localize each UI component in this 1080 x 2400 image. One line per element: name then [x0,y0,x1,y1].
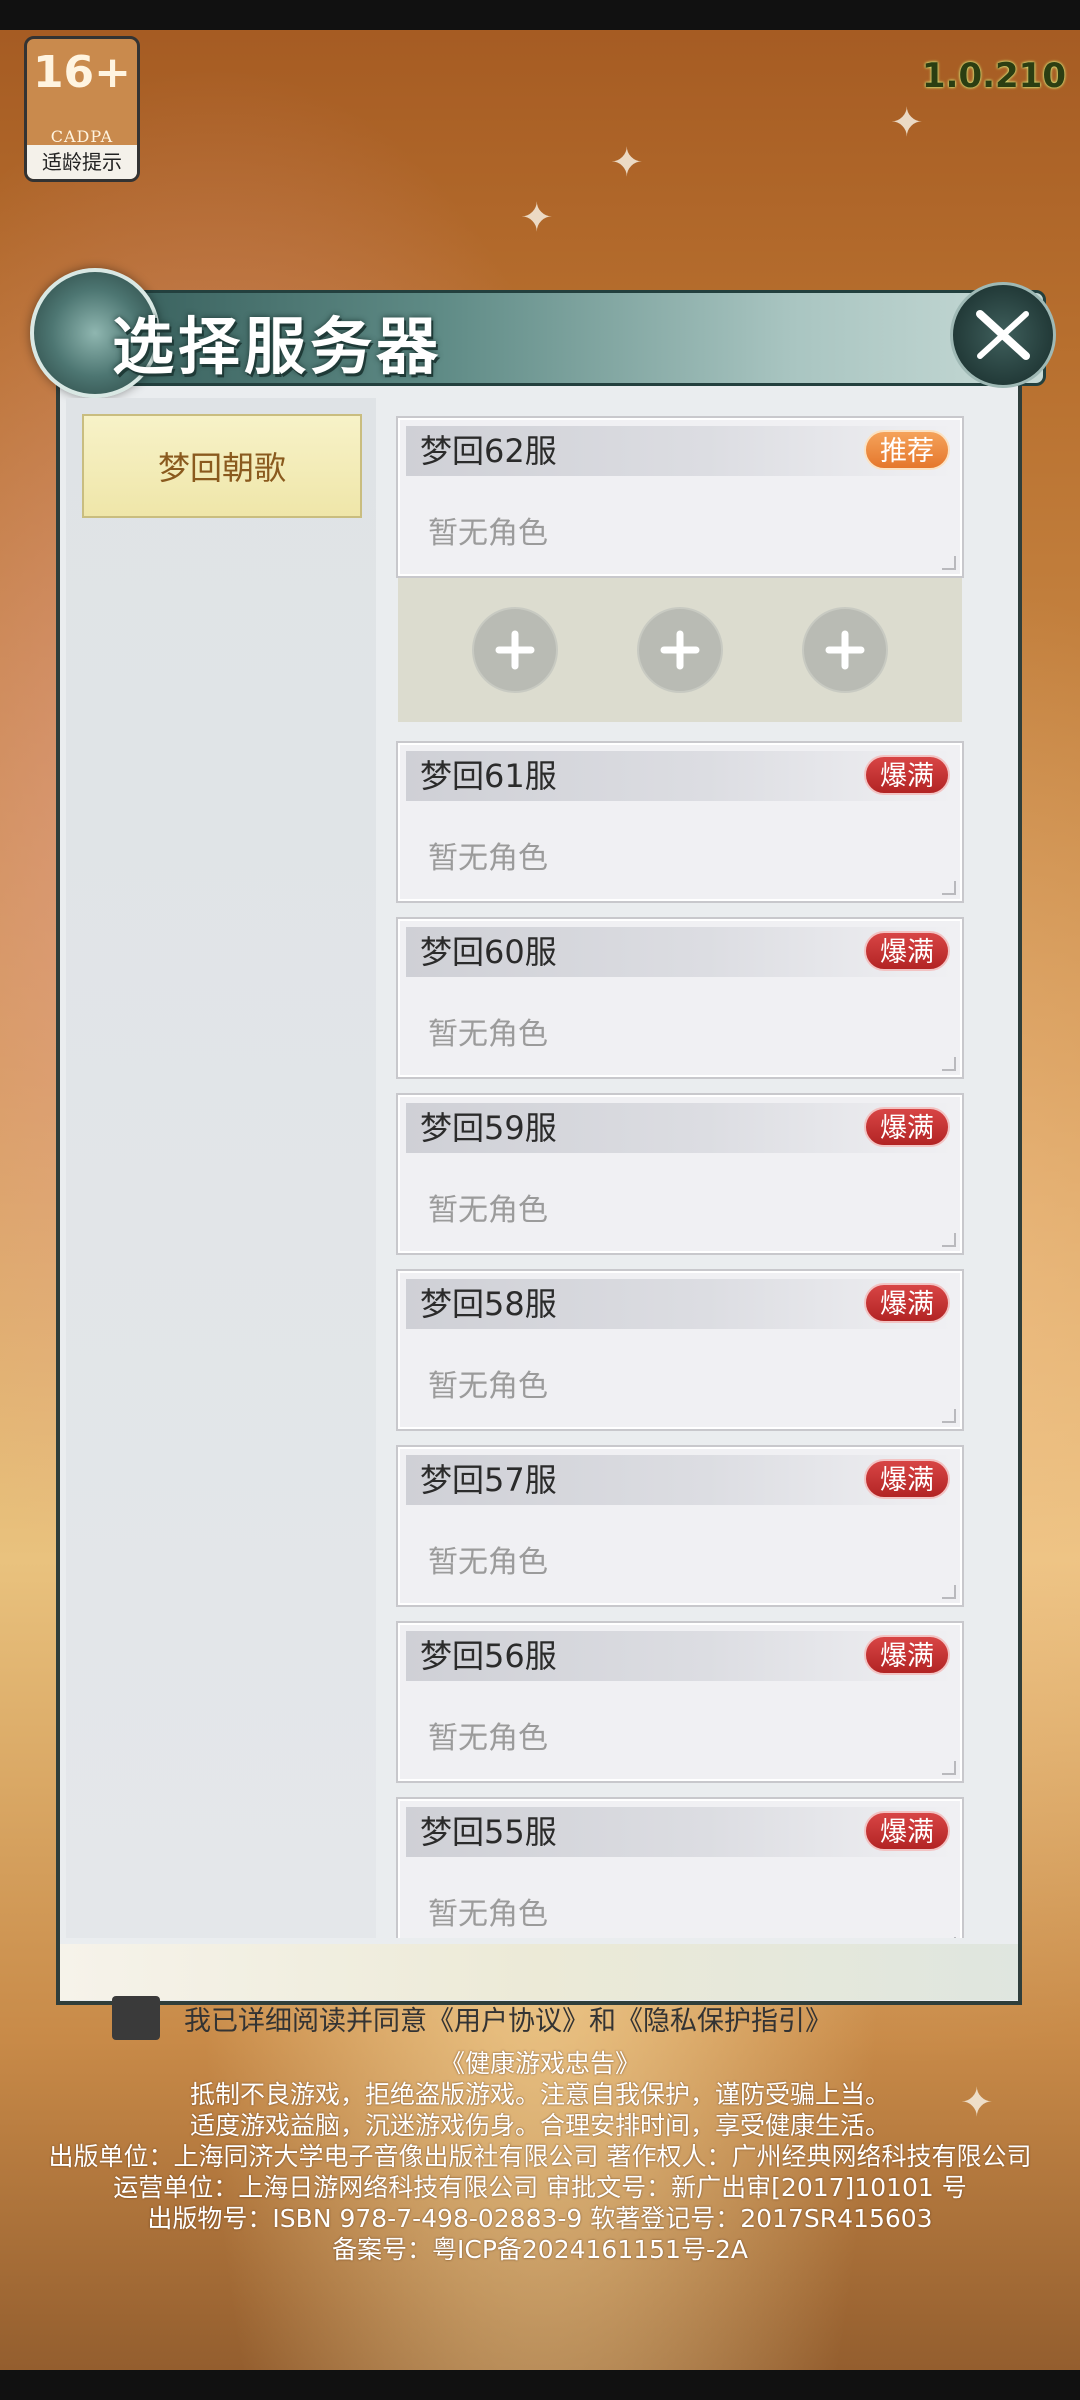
zone-tab-label: 梦回朝歌 [157,449,286,487]
age-rating-badge[interactable]: 16+ CADPA 适龄提示 [24,36,140,182]
server-card[interactable]: 梦回61服 爆满 暂无角色 [396,741,964,903]
card-corner-ornament [942,1057,956,1071]
server-name: 梦回59服 [420,1109,557,1147]
server-name: 梦回55服 [420,1813,557,1851]
status-badge: 爆满 [864,1459,950,1499]
status-badge: 爆满 [864,1811,950,1851]
server-role-text: 暂无角色 [428,516,548,551]
character-slots [398,578,962,722]
status-badge: 爆满 [864,1635,950,1675]
server-name: 梦回58服 [420,1285,557,1323]
notice-line: 出版物号：ISBN 978-7-498-02883-9 软著登记号：2017SR… [147,2204,933,2233]
status-badge: 爆满 [864,1283,950,1323]
add-character-button[interactable] [471,607,558,693]
server-card[interactable]: 梦回57服 爆满 暂无角色 [396,1445,964,1607]
notice-line: 备案号：粤ICP备2024161151号-2A [332,2235,748,2264]
server-role-text: 暂无角色 [428,1369,548,1404]
server-list[interactable]: 梦回62服 推荐 暂无角色 梦回61服 爆满 暂无角色 梦回60服 爆满 暂无角… [388,398,988,1938]
version-label: 1.0.210 [921,56,1066,96]
card-corner-ornament [942,881,956,895]
server-card[interactable]: 梦回56服 爆满 暂无角色 [396,1621,964,1783]
card-corner-ornament [942,1233,956,1247]
server-role-text: 暂无角色 [428,1017,548,1052]
dialog-bottom-border [60,1944,1018,2000]
server-card[interactable]: 梦回55服 爆满 暂无角色 [396,1797,964,1938]
close-icon [976,310,1030,360]
server-name: 梦回57服 [420,1461,557,1499]
swallow-decoration: ✦ [610,140,644,186]
server-card[interactable]: 梦回62服 推荐 暂无角色 [396,416,964,578]
add-character-button[interactable] [636,607,723,693]
status-badge: 爆满 [864,755,950,795]
server-name: 梦回56服 [420,1637,557,1675]
server-card[interactable]: 梦回60服 爆满 暂无角色 [396,917,964,1079]
dialog-title: 选择服务器 [112,310,443,383]
card-corner-ornament [942,1761,956,1775]
zone-tab-menghui-chaoge[interactable]: 梦回朝歌 [82,414,362,518]
notice-line: 适度游戏益脑，沉迷游戏伤身。合理安排时间，享受健康生活。 [189,2111,890,2140]
server-role-text: 暂无角色 [428,1193,548,1228]
card-corner-ornament [942,556,956,570]
swallow-decoration: ✦ [520,195,554,241]
server-name: 梦回61服 [420,757,557,795]
plus-icon [495,630,535,670]
status-bar [0,0,1080,30]
notice-line: 出版单位：上海同济大学电子音像出版社有限公司 著作权人：广州经典网络科技有限公司 [48,2142,1032,2171]
server-name: 梦回60服 [420,933,557,971]
swallow-decoration: ✦ [890,100,924,146]
notice-line: 抵制不良游戏，拒绝盗版游戏。注意自我保护，谨防受骗上当。 [189,2080,890,2109]
add-character-button[interactable] [802,607,889,693]
plus-icon [825,630,865,670]
age-rating-label: 16+ [32,47,132,98]
agreement-row[interactable]: 我已详细阅读并同意《用户协议》和《隐私保护指引》 [112,1996,832,2040]
age-rating-tip: 适龄提示 [27,145,137,179]
server-role-text: 暂无角色 [428,1545,548,1580]
notice-title: 《健康游戏忠告》 [439,2049,640,2078]
server-card[interactable]: 梦回58服 爆满 暂无角色 [396,1269,964,1431]
age-rating-org: CADPA [50,127,114,146]
server-name: 梦回62服 [420,432,557,470]
server-card[interactable]: 梦回59服 爆满 暂无角色 [396,1093,964,1255]
notice-line: 运营单位：上海日游网络科技有限公司 审批文号：新广出审[2017]10101 号 [113,2173,967,2202]
health-notice: 《健康游戏忠告》 抵制不良游戏，拒绝盗版游戏。注意自我保护，谨防受骗上当。 适度… [0,2048,1080,2265]
agreement-text[interactable]: 我已详细阅读并同意《用户协议》和《隐私保护指引》 [184,1999,832,2038]
plus-icon [660,630,700,670]
server-role-text: 暂无角色 [428,1721,548,1756]
zone-list-panel [66,398,376,1938]
card-corner-ornament [942,1409,956,1423]
navigation-bar [0,2370,1080,2400]
status-badge: 推荐 [864,430,950,470]
card-corner-ornament [942,1937,956,1938]
status-badge: 爆满 [864,931,950,971]
close-button[interactable] [950,282,1056,388]
card-corner-ornament [942,1585,956,1599]
server-role-text: 暂无角色 [428,1897,548,1932]
server-role-text: 暂无角色 [428,841,548,876]
status-badge: 爆满 [864,1107,950,1147]
agreement-checkbox[interactable] [112,1996,160,2040]
